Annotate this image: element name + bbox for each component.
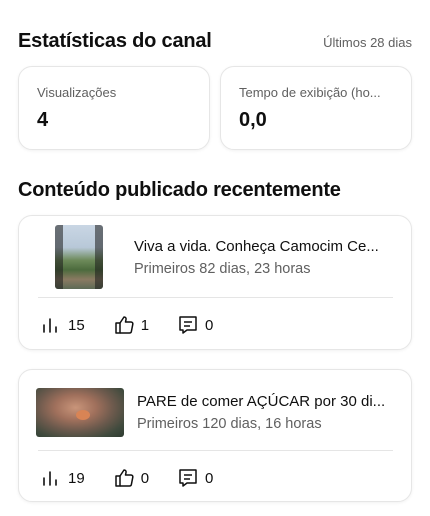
divider	[38, 297, 393, 298]
views-stat: 15	[40, 314, 85, 336]
views-stat: 19	[40, 467, 85, 489]
comment-icon	[177, 314, 199, 336]
watch-time-metric-card[interactable]: Tempo de exibição (ho... 0,0	[220, 66, 412, 150]
bar-chart-icon	[40, 467, 62, 489]
video-thumbnail[interactable]	[36, 388, 124, 437]
views-metric-value: 4	[37, 109, 49, 131]
video-card[interactable]: Viva a vida. Conheça Camocim Ce... Prime…	[18, 215, 412, 350]
video-title[interactable]: Viva a vida. Conheça Camocim Ce...	[134, 238, 392, 255]
comments-stat: 0	[177, 467, 213, 489]
likes-count: 0	[140, 469, 150, 487]
thumb-up-icon	[113, 467, 135, 489]
channel-stats-header: Estatísticas do canal Últimos 28 dias	[18, 30, 412, 53]
period-label[interactable]: Últimos 28 dias	[323, 35, 412, 50]
views-metric-label: Visualizações	[37, 85, 117, 100]
watch-time-metric-label: Tempo de exibição (ho...	[239, 85, 381, 100]
comments-count: 0	[205, 316, 214, 334]
channel-stats-title: Estatísticas do canal	[18, 30, 212, 52]
thumb-up-icon	[113, 314, 135, 336]
recent-content-title: Conteúdo publicado recentemente	[18, 179, 341, 201]
video-card[interactable]: PARE de comer AÇÚCAR por 30 di... Primei…	[18, 369, 412, 502]
likes-count: 1	[140, 316, 150, 334]
video-period: Primeiros 120 dias, 16 horas	[137, 416, 322, 432]
comments-count: 0	[205, 469, 214, 487]
likes-stat: 0	[113, 467, 149, 489]
video-title[interactable]: PARE de comer AÇÚCAR por 30 di...	[137, 393, 395, 410]
video-period: Primeiros 82 dias, 23 horas	[134, 261, 311, 277]
video-stats-row: 15 1 0	[40, 314, 391, 336]
views-metric-card[interactable]: Visualizações 4	[18, 66, 210, 150]
views-count: 15	[68, 316, 85, 334]
likes-stat: 1	[113, 314, 149, 336]
comments-stat: 0	[177, 314, 213, 336]
watch-time-metric-value: 0,0	[239, 109, 267, 131]
views-count: 19	[68, 469, 85, 487]
video-thumbnail[interactable]	[55, 225, 103, 289]
bar-chart-icon	[40, 314, 62, 336]
comment-icon	[177, 467, 199, 489]
divider	[38, 450, 393, 451]
video-stats-row: 19 0 0	[40, 467, 391, 489]
